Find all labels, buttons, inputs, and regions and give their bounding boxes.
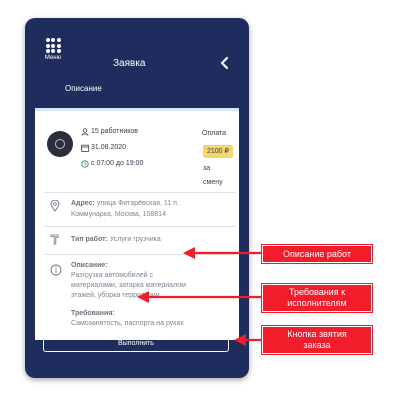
order-card: 15 работников 31.08.2020 с 07:00 до 19:0… bbox=[35, 108, 239, 340]
description-line-3: этажей, уборка территории bbox=[71, 292, 160, 299]
company-logo bbox=[47, 131, 73, 157]
clock-icon bbox=[81, 160, 89, 168]
divider bbox=[45, 226, 235, 227]
button-callout: Кнопка звятия заказа bbox=[262, 326, 372, 354]
worktype-value: Услуги грузчика bbox=[109, 236, 161, 243]
address-line-2: Коммунарка, Москва, 108814 bbox=[71, 211, 166, 218]
app-header: Меню Заявка bbox=[25, 18, 249, 88]
button-callout-line-1: Кнопка звятия bbox=[287, 329, 347, 339]
submit-order-button[interactable]: Выполнить bbox=[43, 333, 229, 352]
address-label: Адрес: bbox=[71, 200, 95, 207]
description-label: Описание: bbox=[71, 262, 108, 269]
requirements-callout-line-1: Требования к bbox=[288, 287, 346, 297]
hammer-icon bbox=[50, 234, 59, 245]
location-pin-icon bbox=[50, 200, 60, 212]
worktype-line: Тип работ: Услуги грузчика bbox=[71, 236, 161, 243]
button-callout-line-2: заказа bbox=[303, 340, 331, 350]
section-subtitle: Описание bbox=[65, 84, 102, 93]
divider bbox=[45, 192, 235, 193]
requirements-value: Самозанятость, паспорта на руках bbox=[71, 320, 184, 327]
requirements-callout: Требования к исполнителям bbox=[262, 284, 372, 312]
info-icon bbox=[50, 264, 62, 276]
address-value: улица Фитарёвская, 11 п. bbox=[96, 200, 179, 207]
page-title: Заявка bbox=[113, 58, 146, 69]
chevron-left-icon bbox=[220, 56, 229, 70]
address-line-1: Адрес: улица Фитарёвская, 11 п. bbox=[71, 200, 179, 207]
requirements-label: Требования: bbox=[71, 310, 115, 317]
price-unit-line-2: смену bbox=[203, 179, 223, 186]
description-line-2: материалами, затарка материалом bbox=[71, 282, 186, 289]
menu-label: Меню bbox=[44, 55, 62, 61]
worktype-label: Тип работ: bbox=[71, 236, 108, 243]
price-unit-line-1: за bbox=[203, 165, 211, 172]
menu-button[interactable]: Меню bbox=[38, 38, 68, 78]
divider bbox=[45, 254, 235, 255]
description-line-1: Разгрузка автомобилей с bbox=[71, 272, 154, 279]
requirements-callout-line-2: исполнителям bbox=[287, 298, 347, 308]
person-icon bbox=[81, 128, 89, 136]
app-screen: Меню Заявка Описание 15 работников 31.08… bbox=[25, 18, 249, 378]
price-badge: 2100 ₽ bbox=[203, 145, 233, 158]
back-button[interactable] bbox=[219, 56, 231, 70]
work-date: 31.08.2020 bbox=[91, 144, 127, 151]
grid-menu-icon bbox=[45, 38, 61, 53]
description-callout: Описание работ bbox=[262, 245, 372, 263]
calendar-icon bbox=[81, 144, 89, 152]
work-hours: с 07:00 до 19:00 bbox=[91, 160, 144, 167]
workers-count: 15 работников bbox=[91, 128, 139, 135]
payment-label: Оплата bbox=[202, 130, 227, 137]
